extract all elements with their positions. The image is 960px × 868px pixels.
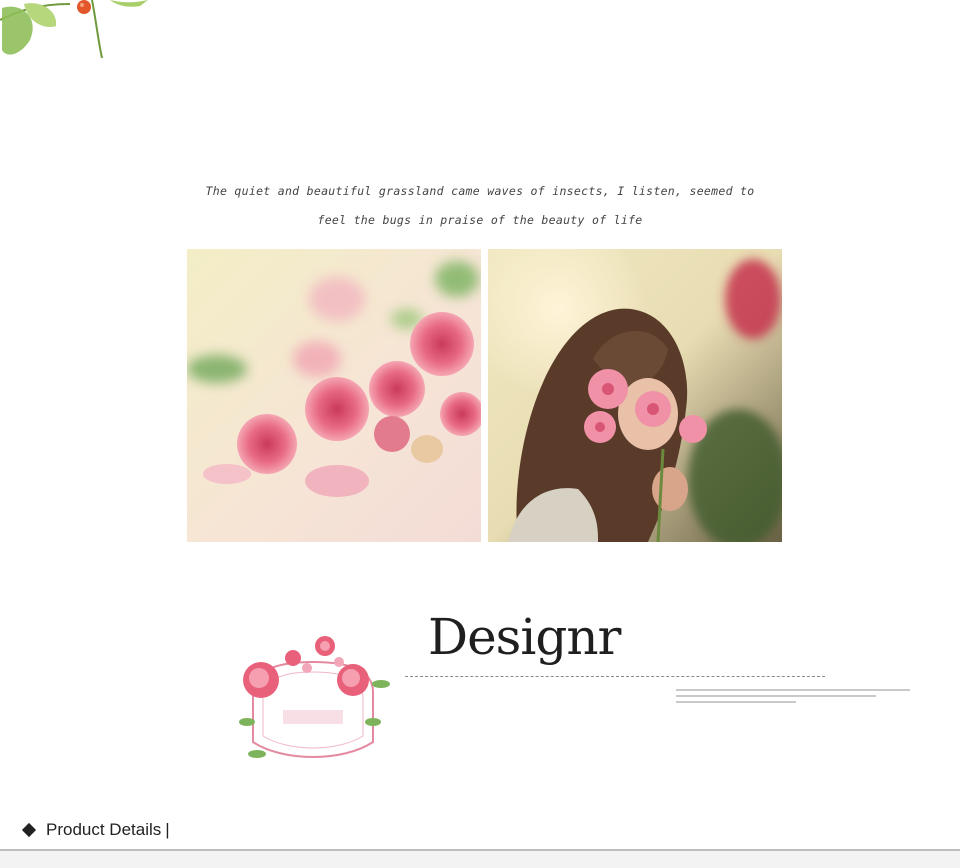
- product-details-header: Product Details |: [0, 812, 960, 848]
- diamond-icon: [21, 822, 37, 838]
- quote-line-1: The quiet and beautiful grassland came w…: [205, 184, 755, 198]
- quote-line-2: feel the bugs in praise of the beauty of…: [317, 213, 643, 227]
- fine-print-decoration: [676, 689, 916, 707]
- girl-with-flowers-photo: [488, 249, 782, 542]
- section-footer-shade: [0, 851, 960, 868]
- roses-photo: [187, 249, 481, 542]
- vintage-card-floral-badge: [239, 636, 390, 758]
- product-details-separator: |: [165, 820, 170, 839]
- dotted-divider: [405, 676, 825, 677]
- brand-title: Designr: [428, 608, 621, 666]
- product-details-label: Product Details: [46, 820, 162, 839]
- leaf-branch-icon: [0, 0, 148, 59]
